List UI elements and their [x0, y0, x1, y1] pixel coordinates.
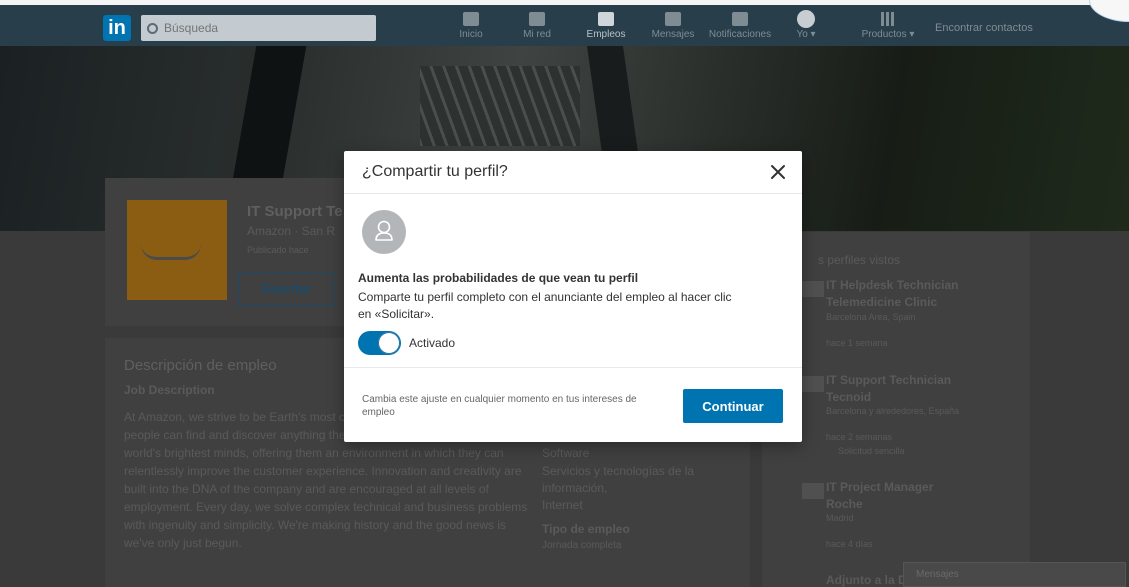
dialog-headline: Aumenta las probabilidades de que vean t…	[358, 271, 639, 285]
company-logo-icon	[802, 483, 824, 499]
description-line: At Amazon, we strive to be Earth's most …	[124, 410, 352, 424]
toggle-knob	[378, 332, 400, 354]
hero-structure	[420, 66, 580, 146]
save-job-button[interactable]: Guardar	[238, 272, 334, 306]
company-logo-icon	[802, 281, 824, 297]
description-line: with ingenuity and simplicity. We're mak…	[124, 518, 507, 532]
messaging-label: Mensajes	[916, 569, 959, 580]
nav-item-label: Notificaciones	[708, 29, 772, 40]
dialog-body: Aumenta las probabilidades de que vean t…	[344, 194, 802, 368]
nav-item-label: Mensajes	[651, 29, 695, 40]
description-subheading: Job Description	[124, 383, 215, 397]
dialog-title: ¿Compartir tu perfil?	[362, 163, 508, 180]
description-line: world's brightest minds, offering them a…	[124, 446, 504, 460]
sidebar-job-company: Telemedicine Clinic	[826, 295, 938, 309]
amazon-smile-icon	[141, 244, 201, 260]
sidebar-heading: s perfiles vistos	[818, 253, 901, 267]
profile-avatar	[362, 210, 406, 254]
job-type-value: Jornada completa	[542, 540, 622, 551]
dialog-header: ¿Compartir tu perfil?	[344, 151, 802, 194]
industry-line: información,	[542, 481, 608, 495]
nav-item-label: Empleos	[586, 29, 626, 40]
company-logo-icon	[802, 376, 824, 392]
description-line: people can find and discover anything th…	[124, 428, 346, 442]
settings-note: Cambia este ajuste en cualquier momento …	[362, 394, 637, 418]
sidebar-job-time: hace 4 días	[826, 539, 873, 549]
close-button[interactable]	[766, 160, 790, 184]
dialog-description: Comparte tu perfil completo con el anunc…	[358, 290, 732, 321]
toggle-label: Activado	[409, 336, 456, 350]
window-edge	[0, 0, 1129, 5]
industry-line: Servicios y tecnologías de la	[542, 464, 695, 478]
linkedin-logo[interactable]: in	[103, 15, 131, 41]
nav-item-empleos[interactable]: Empleos	[574, 12, 638, 40]
briefcase-icon	[598, 12, 614, 26]
job-company-location: Amazon · San R	[247, 224, 336, 238]
share-profile-toggle[interactable]	[358, 331, 401, 355]
close-icon	[771, 165, 785, 179]
sidebar-job-location: Madrid	[826, 513, 854, 523]
nav-item-yo[interactable]: Yo ▾	[774, 10, 838, 40]
job-type-heading: Tipo de empleo	[542, 522, 630, 536]
nav-item-label: Mi red	[523, 29, 551, 40]
nav-item-label: Productos ▾	[861, 29, 915, 40]
nav-item-label: Yo ▾	[796, 29, 816, 40]
sidebar-job-company: Roche	[826, 497, 863, 511]
sidebar-job-title[interactable]: IT Project Manager	[826, 480, 933, 494]
share-profile-dialog: ¿Compartir tu perfil? Aumenta las probab…	[344, 151, 802, 442]
description-line: built into the DNA of the company and ar…	[124, 482, 489, 496]
top-nav: in Inicio Mi red Empleos Mensajes Notifi…	[0, 0, 1129, 46]
search-input[interactable]	[164, 21, 354, 35]
sidebar-job-title[interactable]: IT Support Technician	[826, 373, 951, 387]
messages-icon	[665, 12, 681, 26]
search-box[interactable]	[141, 15, 376, 41]
description-line: employment. Every day, we solve complex …	[124, 500, 528, 514]
messaging-bar[interactable]: Mensajes	[903, 562, 1126, 587]
find-contacts-link[interactable]: Encontrar contactos	[935, 22, 1033, 34]
continue-button[interactable]: Continuar	[683, 389, 783, 423]
search-icon	[147, 22, 158, 34]
network-icon	[529, 12, 545, 26]
person-icon	[375, 220, 393, 241]
sidebar-job-title[interactable]: Adjunto a la D	[826, 573, 907, 587]
description-line: we've only just begun.	[124, 536, 242, 550]
grid-icon	[881, 12, 895, 26]
easy-apply-badge: Solicitud sencilla	[838, 446, 905, 456]
sidebar-job-time: hace 2 semanas	[826, 432, 893, 442]
description-line: relentlessly improve the customer experi…	[124, 464, 522, 478]
description-heading: Descripción de empleo	[124, 357, 277, 374]
job-posted: Publicado hace	[247, 245, 309, 255]
nav-item-inicio[interactable]: Inicio	[439, 12, 503, 40]
page-curl-decoration	[1089, 0, 1129, 22]
sidebar-job-location: Barcelona Area, Spain	[826, 312, 916, 322]
sidebar-job-time: hace 1 semana	[826, 338, 888, 348]
company-logo[interactable]	[127, 200, 227, 300]
sidebar-job-company: Tecnoid	[826, 390, 872, 404]
industry-line: Software	[542, 446, 590, 460]
nav-item-mi-red[interactable]: Mi red	[505, 12, 569, 40]
avatar-icon	[797, 10, 815, 28]
nav-item-mensajes[interactable]: Mensajes	[641, 12, 705, 40]
home-icon	[463, 12, 479, 26]
job-title[interactable]: IT Support Te	[247, 203, 343, 220]
bell-icon	[732, 12, 748, 26]
nav-item-productos[interactable]: Productos ▾	[856, 12, 920, 40]
sidebar-job-location: Barcelona y alrededores, España	[826, 406, 960, 416]
sidebar-job-title[interactable]: IT Helpdesk Technician	[826, 278, 958, 292]
industry-line: Internet	[542, 498, 583, 512]
nav-item-notificaciones[interactable]: Notificaciones	[708, 12, 772, 40]
nav-item-label: Inicio	[459, 29, 483, 40]
